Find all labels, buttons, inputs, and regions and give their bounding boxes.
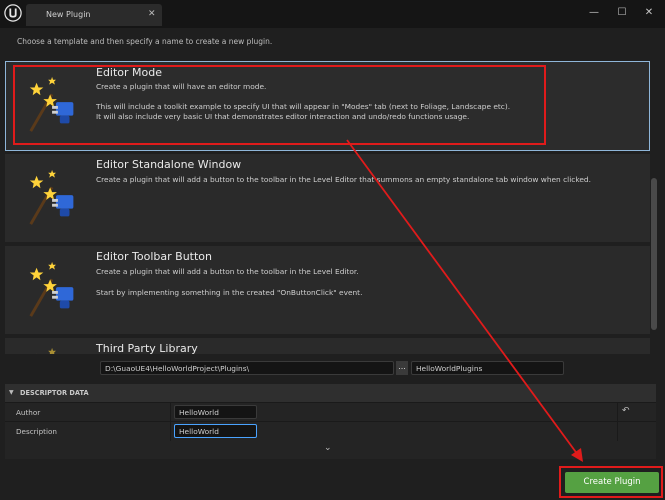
descriptor-header[interactable]: ▼ DESCRIPTOR DATA	[5, 384, 656, 402]
expand-advanced-icon[interactable]: ⌄	[324, 443, 332, 453]
title-bar: New Plugin ✕ — ☐ ✕	[0, 0, 665, 28]
tab-close-icon[interactable]: ✕	[148, 9, 156, 19]
template-desc-line: Start by implementing something in the c…	[96, 288, 363, 297]
magic-wand-plug-icon	[29, 169, 74, 225]
annotation-highlight-editor-mode	[13, 65, 546, 145]
property-label: Author	[16, 408, 41, 417]
template-title: Third Party Library	[96, 342, 198, 354]
template-editor-standalone-window[interactable]: Editor Standalone Window Create a plugin…	[5, 154, 650, 242]
property-divider	[170, 403, 171, 422]
property-label: Description	[16, 427, 57, 436]
magic-wand-plug-icon	[36, 347, 56, 354]
property-row-description: Description HelloWorld	[5, 421, 656, 441]
instructions-text: Choose a template and then specify a nam…	[17, 37, 273, 46]
annotation-highlight-create-button	[559, 466, 663, 498]
tab-new-plugin[interactable]: New Plugin ✕	[26, 4, 162, 26]
author-field[interactable]: HelloWorld	[174, 405, 257, 419]
magic-wand-plug-icon	[29, 261, 74, 317]
plugin-name-field[interactable]: HelloWorldPlugins	[411, 361, 564, 375]
property-divider	[617, 403, 618, 422]
template-editor-toolbar-button[interactable]: Editor Toolbar Button Create a plugin th…	[5, 246, 650, 334]
template-desc-line: Create a plugin that will add a button t…	[96, 267, 359, 276]
minimize-icon[interactable]: —	[587, 6, 601, 20]
template-third-party-library[interactable]: Third Party Library	[5, 338, 650, 354]
collapse-caret-icon[interactable]: ▼	[9, 389, 14, 396]
reset-to-default-icon[interactable]: ↶	[622, 406, 630, 416]
template-desc-line: Create a plugin that will add a button t…	[96, 175, 591, 184]
browse-path-button[interactable]: ...	[396, 361, 408, 375]
template-title: Editor Toolbar Button	[96, 250, 213, 263]
description-field[interactable]: HelloWorld	[174, 424, 257, 438]
descriptor-data-panel: ▼ DESCRIPTOR DATA Author HelloWorld ↶ De…	[5, 384, 656, 459]
plugin-path-field[interactable]: D:\GuaoUE4\HelloWorldProject\Plugins\	[100, 361, 394, 375]
close-icon[interactable]: ✕	[642, 6, 656, 20]
property-row-author: Author HelloWorld ↶	[5, 402, 656, 422]
property-divider	[170, 422, 171, 441]
tab-title: New Plugin	[46, 10, 91, 19]
descriptor-header-label: DESCRIPTOR DATA	[20, 389, 89, 397]
list-scrollbar-thumb[interactable]	[651, 178, 657, 330]
property-divider	[617, 422, 618, 441]
maximize-icon[interactable]: ☐	[615, 6, 629, 20]
unreal-engine-logo-icon	[4, 4, 22, 22]
template-title: Editor Standalone Window	[96, 158, 242, 171]
